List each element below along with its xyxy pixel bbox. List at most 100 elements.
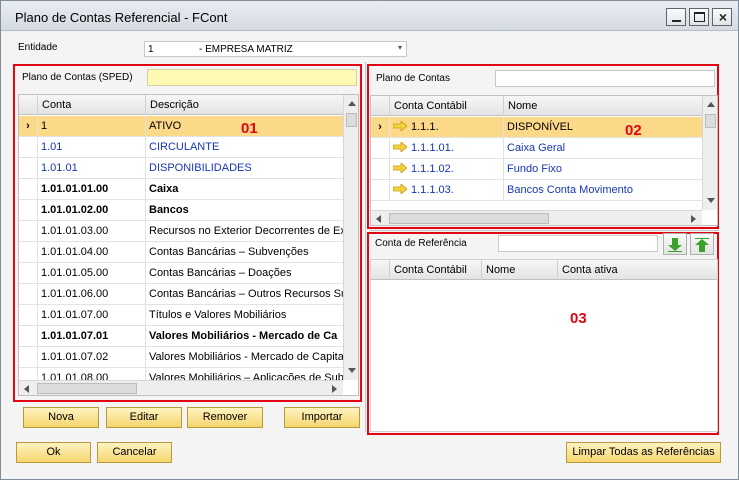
- table-row[interactable]: 1.1.1.02. Fundo Fixo: [371, 159, 702, 180]
- row-selector[interactable]: [371, 180, 389, 201]
- cell-descricao[interactable]: Títulos e Valores Mobiliários: [145, 305, 344, 326]
- table-row[interactable]: 1.1.1.01. Caixa Geral: [371, 138, 702, 159]
- cell-conta[interactable]: 1.01.01.05.00: [37, 263, 145, 284]
- row-selector[interactable]: [19, 242, 37, 263]
- cell-conta[interactable]: 1.1.1.01.: [389, 138, 503, 159]
- horizontal-scrollbar-2[interactable]: [371, 210, 702, 225]
- col-header-ref-conta[interactable]: Conta Contábil: [389, 260, 481, 280]
- cell-descricao[interactable]: Recursos no Exterior Decorrentes de Exp: [145, 221, 344, 242]
- cell-conta[interactable]: 1.1.1.03.: [389, 180, 503, 201]
- row-selector[interactable]: [19, 284, 37, 305]
- scroll-left-icon[interactable]: [24, 385, 29, 393]
- cell-conta[interactable]: 1.01: [37, 137, 145, 158]
- limpar-referencias-button[interactable]: Limpar Todas as Referências: [566, 442, 721, 463]
- row-selector[interactable]: [371, 159, 389, 180]
- table-row[interactable]: › 1.1.1. DISPONÍVEL: [371, 117, 702, 138]
- table-row[interactable]: 1.01.01.07.00 Títulos e Valores Mobiliári…: [19, 305, 343, 326]
- move-down-button[interactable]: [663, 233, 687, 255]
- table-row[interactable]: 1.01.01.07.01 Valores Mobiliários - Merca…: [19, 326, 343, 347]
- cell-descricao[interactable]: Valores Mobiliários - Mercado de Capitai…: [145, 347, 344, 368]
- scroll-thumb[interactable]: [346, 113, 357, 127]
- cell-descricao[interactable]: Fundo Fixo: [503, 159, 702, 180]
- scroll-up-icon[interactable]: [348, 101, 356, 106]
- scroll-thumb-2[interactable]: [705, 114, 716, 128]
- entidade-select[interactable]: 1 - EMPRESA MATRIZ ▾: [144, 41, 407, 57]
- cell-descricao[interactable]: Caixa: [145, 179, 344, 200]
- cell-descricao[interactable]: Valores Mobiliários - Mercado de Ca: [145, 326, 344, 347]
- row-selector[interactable]: [19, 221, 37, 242]
- row-selector[interactable]: [19, 200, 37, 221]
- cell-descricao[interactable]: Bancos: [145, 200, 344, 221]
- cell-conta[interactable]: 1.01.01.04.00: [37, 242, 145, 263]
- cell-descricao[interactable]: Bancos Conta Movimento: [503, 180, 702, 201]
- cell-conta[interactable]: 1.01.01.02.00: [37, 200, 145, 221]
- close-button[interactable]: ×: [712, 8, 732, 26]
- table-row[interactable]: 1.01.01.06.00 Contas Bancárias – Outros R…: [19, 284, 344, 305]
- row-selector[interactable]: [19, 347, 37, 368]
- chevron-down-icon[interactable]: ▾: [398, 43, 402, 52]
- col-header-ref-nome[interactable]: Nome: [481, 260, 557, 280]
- hscroll-thumb-2[interactable]: [389, 213, 549, 224]
- hscroll-thumb[interactable]: [37, 383, 137, 394]
- minimize-button[interactable]: [666, 8, 686, 26]
- scroll-up-icon-2[interactable]: [707, 102, 715, 107]
- col-header-descricao[interactable]: Descrição: [145, 95, 344, 115]
- cell-conta[interactable]: 1.01.01.07.02: [37, 347, 145, 368]
- table-row[interactable]: 1.01.01.05.00 Contas Bancárias – Doações: [19, 263, 343, 284]
- cell-descricao[interactable]: Contas Bancárias – Outros Recursos Suje: [145, 284, 344, 305]
- editar-button[interactable]: Editar: [106, 407, 182, 428]
- table-row[interactable]: 1.01.01.07.02 Valores Mobiliários - Merca…: [19, 347, 344, 368]
- conta-referencia-input[interactable]: [498, 235, 658, 252]
- cell-descricao[interactable]: DISPONIBILIDADES: [145, 158, 344, 179]
- cell-conta[interactable]: 1.01.01.07.01: [37, 326, 145, 347]
- scroll-right-icon[interactable]: [332, 385, 337, 393]
- cell-conta[interactable]: 1.01.01: [37, 158, 145, 179]
- importar-button[interactable]: Importar: [284, 407, 360, 428]
- scroll-left-icon-2[interactable]: [376, 215, 381, 223]
- col-header-conta-contabil[interactable]: Conta Contábil: [389, 96, 503, 116]
- table-row[interactable]: 1.01.01.02.00 Bancos: [19, 200, 343, 221]
- col-header-nome[interactable]: Nome: [503, 96, 702, 116]
- horizontal-scrollbar[interactable]: [19, 380, 343, 395]
- nova-button[interactable]: Nova: [23, 407, 99, 428]
- table-row[interactable]: › 1 ATIVO: [19, 116, 343, 137]
- remover-button[interactable]: Remover: [187, 407, 263, 428]
- table-row[interactable]: 1.1.1.03. Bancos Conta Movimento: [371, 180, 702, 201]
- scroll-right-icon-2[interactable]: [691, 215, 696, 223]
- row-selector[interactable]: [19, 179, 37, 200]
- col-header-ref-ativa[interactable]: Conta ativa: [557, 260, 633, 280]
- table-row[interactable]: 1.01.01 DISPONIBILIDADES: [19, 158, 343, 179]
- move-up-button[interactable]: [690, 233, 714, 255]
- vertical-splitter[interactable]: [365, 62, 366, 432]
- table-row[interactable]: 1.01.01.03.00 Recursos no Exterior Decorr…: [19, 221, 344, 242]
- cell-conta[interactable]: 1.1.1.02.: [389, 159, 503, 180]
- row-selector[interactable]: [19, 158, 37, 179]
- cell-conta[interactable]: 1.1.1.: [389, 117, 503, 138]
- cell-descricao[interactable]: Caixa Geral: [503, 138, 702, 159]
- row-selector[interactable]: [19, 263, 37, 284]
- ok-button[interactable]: Ok: [16, 442, 91, 463]
- scroll-down-icon[interactable]: [348, 368, 356, 373]
- vertical-scrollbar-2[interactable]: [702, 96, 717, 210]
- current-row-indicator-icon[interactable]: ›: [371, 117, 389, 138]
- plano-contas-input[interactable]: [495, 70, 715, 87]
- cell-conta[interactable]: 1.01.01.06.00: [37, 284, 145, 305]
- row-selector[interactable]: [371, 138, 389, 159]
- col-header-conta[interactable]: Conta: [37, 95, 145, 115]
- horizontal-splitter[interactable]: [370, 230, 719, 231]
- cancelar-button[interactable]: Cancelar: [97, 442, 172, 463]
- row-selector[interactable]: [19, 305, 37, 326]
- row-selector[interactable]: [19, 137, 37, 158]
- cell-descricao[interactable]: DISPONÍVEL: [503, 117, 702, 138]
- cell-descricao[interactable]: CIRCULANTE: [145, 137, 344, 158]
- cell-descricao[interactable]: Contas Bancárias – Subvenções: [145, 242, 344, 263]
- table-row[interactable]: 1.01.01.01.00 Caixa: [19, 179, 343, 200]
- cell-conta[interactable]: 1.01.01.03.00: [37, 221, 145, 242]
- table-row[interactable]: 1.01.01.04.00 Contas Bancárias – Subvençõ…: [19, 242, 343, 263]
- scroll-down-icon-2[interactable]: [707, 198, 715, 203]
- title-bar[interactable]: Plano de Contas Referencial - FCont ×: [1, 1, 738, 31]
- vertical-scrollbar[interactable]: [343, 95, 358, 380]
- maximize-button[interactable]: [689, 8, 709, 26]
- plano-sped-input[interactable]: [147, 69, 357, 86]
- table-row[interactable]: 1.01 CIRCULANTE: [19, 137, 343, 158]
